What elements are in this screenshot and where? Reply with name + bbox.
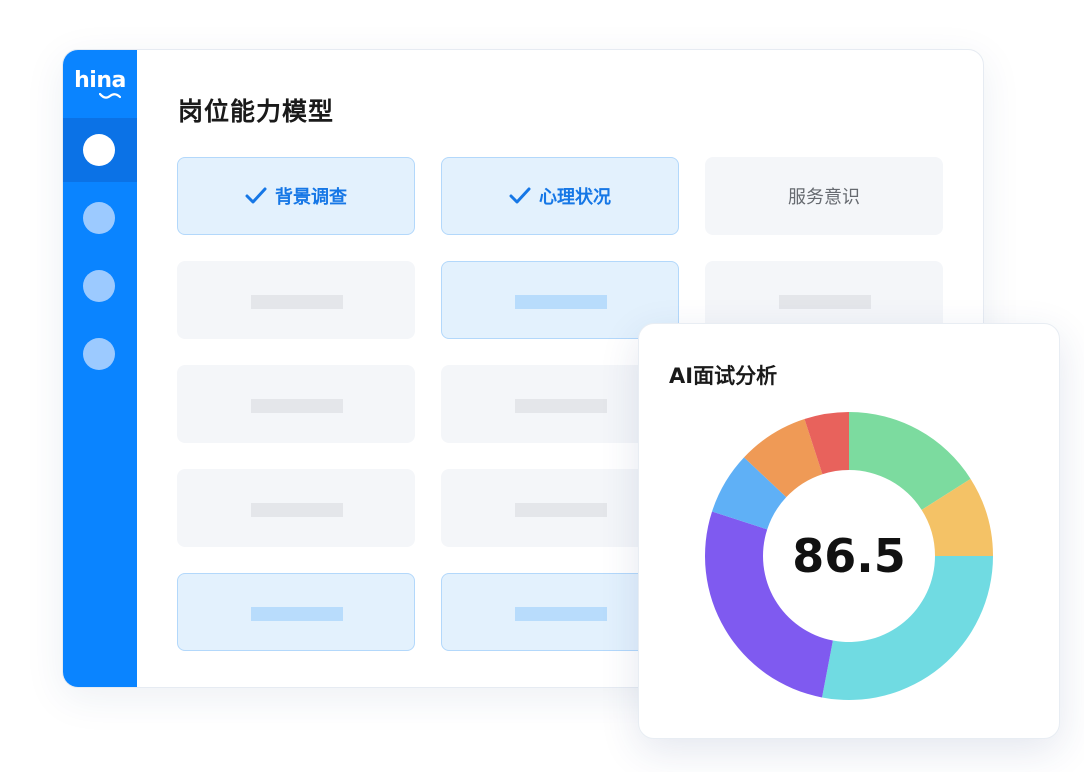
nav-dot-icon: [83, 134, 115, 166]
nav-item-1[interactable]: [63, 118, 137, 182]
nav-item-4[interactable]: [63, 322, 137, 386]
score-label: 86.5: [792, 529, 906, 583]
nav-dot-icon: [83, 202, 115, 234]
placeholder-card[interactable]: [177, 573, 415, 651]
sidebar: hina: [63, 50, 137, 687]
nav-dot-icon: [83, 338, 115, 370]
card-service-awareness[interactable]: 服务意识: [705, 157, 943, 235]
card-background-check[interactable]: 背景调查: [177, 157, 415, 235]
placeholder-bar: [515, 295, 607, 309]
placeholder-bar: [251, 607, 343, 621]
placeholder-bar: [251, 295, 343, 309]
placeholder-card[interactable]: [177, 261, 415, 339]
page-title: 岗位能力模型: [178, 97, 335, 126]
analysis-title: AI面试分析: [669, 364, 778, 388]
placeholder-bar: [251, 399, 343, 413]
card-label: 心理状况: [539, 187, 611, 208]
card-label: 服务意识: [788, 187, 860, 208]
placeholder-card[interactable]: [177, 365, 415, 443]
placeholder-bar: [251, 503, 343, 517]
nav-item-3[interactable]: [63, 254, 137, 318]
check-icon: [509, 187, 531, 204]
ai-interview-analysis-panel: AI面试分析 86.5: [638, 323, 1060, 739]
card-psychology[interactable]: 心理状况: [441, 157, 679, 235]
nav-item-2[interactable]: [63, 186, 137, 250]
hina-logo: hina: [74, 68, 126, 93]
placeholder-bar: [515, 503, 607, 517]
card-label: 背景调查: [275, 187, 347, 208]
logo-wave-icon: [99, 92, 121, 99]
placeholder-bar: [515, 399, 607, 413]
placeholder-card[interactable]: [177, 469, 415, 547]
placeholder-bar: [779, 295, 871, 309]
nav-dot-icon: [83, 270, 115, 302]
placeholder-bar: [515, 607, 607, 621]
donut-chart: 86.5: [705, 412, 993, 700]
check-icon: [245, 187, 267, 204]
